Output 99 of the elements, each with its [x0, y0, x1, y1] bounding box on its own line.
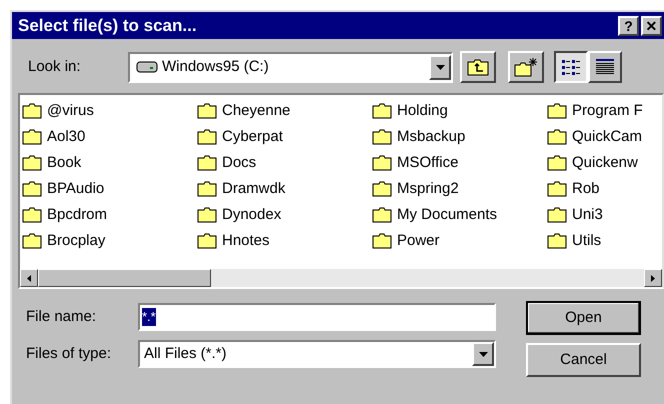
folder-name: Quickenw [572, 152, 638, 173]
look-in-dropdown[interactable]: Windows95 (C:) [128, 52, 453, 82]
folder-name: Cyberpat [222, 126, 283, 147]
file-name-field[interactable]: *.* [138, 303, 496, 331]
folder-item[interactable]: Book [22, 150, 197, 176]
folder-item[interactable]: Dramwdk [197, 176, 372, 202]
folder-name: Program F [572, 100, 643, 121]
folder-name: My Documents [397, 204, 498, 225]
scroll-left-icon[interactable] [20, 269, 38, 287]
file-type-label: Files of type: [26, 344, 112, 364]
folder-icon [22, 207, 42, 223]
folder-name: Uni3 [572, 204, 603, 225]
folder-icon [547, 233, 567, 249]
folder-item[interactable]: Brocplay [22, 228, 197, 254]
close-button[interactable]: ✕ [641, 16, 662, 36]
folder-name: BPAudio [47, 178, 104, 199]
folder-name: Holding [397, 100, 448, 121]
folder-name: Dramwdk [222, 178, 286, 199]
folder-icon [197, 103, 217, 119]
folder-item[interactable]: BPAudio [22, 176, 197, 202]
folder-item[interactable]: MSOffice [372, 150, 547, 176]
folder-item[interactable]: My Documents [372, 202, 547, 228]
folder-icon [22, 155, 42, 171]
folder-item[interactable]: Bpcdrom [22, 202, 197, 228]
scroll-right-icon[interactable] [644, 269, 662, 287]
folder-item[interactable]: Program F [547, 98, 662, 124]
drive-icon [136, 61, 158, 73]
file-name-label: File name: [26, 306, 98, 327]
open-button[interactable]: Open [526, 301, 641, 335]
look-in-value: Windows95 (C:) [162, 56, 270, 77]
folder-name: Power [397, 230, 440, 251]
folder-item[interactable]: Aol30 [22, 124, 197, 150]
new-folder-icon [514, 57, 538, 77]
folder-item[interactable]: Docs [197, 150, 372, 176]
folder-up-arrow-icon [467, 58, 489, 76]
folder-icon [372, 129, 392, 145]
folder-item[interactable]: Cheyenne [197, 98, 372, 124]
folder-name: Utils [572, 230, 602, 251]
folder-icon [547, 207, 567, 223]
scroll-thumb[interactable] [38, 269, 211, 287]
folder-icon [197, 129, 217, 145]
folder-icon [22, 103, 42, 119]
folder-name: Cheyenne [222, 100, 290, 121]
folder-name: Book [47, 152, 82, 173]
folder-item[interactable]: Dynodex [197, 202, 372, 228]
details-view-button[interactable] [588, 51, 622, 83]
folder-icon [22, 233, 42, 249]
folder-name: Hnotes [222, 230, 270, 251]
folder-name: Msbackup [397, 126, 466, 147]
folder-name: Rob [572, 178, 600, 199]
folder-icon [547, 129, 567, 145]
folder-icon [197, 233, 217, 249]
folder-icon [547, 155, 567, 171]
list-view-button[interactable] [554, 51, 588, 83]
file-type-dropdown[interactable]: All Files (*.*) [138, 340, 496, 368]
folder-item[interactable]: Rob [547, 176, 662, 202]
window-title: Select file(s) to scan... [18, 14, 198, 37]
file-name-value: *.* [142, 308, 156, 326]
folder-name: Bpcdrom [47, 204, 108, 225]
folder-name: Docs [222, 152, 256, 173]
folder-icon [547, 181, 567, 197]
cancel-button[interactable]: Cancel [526, 343, 641, 377]
folder-icon [372, 181, 392, 197]
new-folder-button[interactable] [508, 51, 544, 83]
look-in-label: Look in: [28, 56, 82, 77]
folder-icon [372, 155, 392, 171]
folder-name: Brocplay [47, 230, 106, 251]
folder-item[interactable]: Msbackup [372, 124, 547, 150]
folder-icon [22, 181, 42, 197]
folder-item[interactable]: Holding [372, 98, 547, 124]
folder-item[interactable]: QuickCam [547, 124, 662, 150]
folder-item[interactable]: @virus [22, 98, 197, 124]
folder-icon [197, 207, 217, 223]
help-button[interactable]: ? [618, 16, 639, 36]
folder-name: Aol30 [47, 126, 86, 147]
folder-item[interactable]: Utils [547, 228, 662, 254]
folder-item[interactable]: Hnotes [197, 228, 372, 254]
folder-name: Mspring2 [397, 178, 459, 199]
folder-name: Dynodex [222, 204, 282, 225]
folder-icon [22, 129, 42, 145]
folder-icon [372, 233, 392, 249]
folder-icon [547, 103, 567, 119]
folder-icon [372, 207, 392, 223]
folder-item[interactable]: Uni3 [547, 202, 662, 228]
folder-item[interactable]: Cyberpat [197, 124, 372, 150]
horizontal-scrollbar[interactable] [20, 269, 662, 287]
folder-icon [197, 181, 217, 197]
folder-icon [197, 155, 217, 171]
file-type-value: All Files (*.*) [144, 344, 228, 364]
folder-name: MSOffice [397, 152, 458, 173]
folder-item[interactable]: Power [372, 228, 547, 254]
list-view-icon [561, 58, 581, 76]
folder-icon [372, 103, 392, 119]
up-folder-button[interactable] [460, 51, 496, 83]
folder-item[interactable]: Quickenw [547, 150, 662, 176]
details-view-icon [595, 58, 615, 76]
folder-item[interactable]: Mspring2 [372, 176, 547, 202]
folder-name: @virus [47, 100, 94, 121]
folder-name: QuickCam [572, 126, 642, 147]
